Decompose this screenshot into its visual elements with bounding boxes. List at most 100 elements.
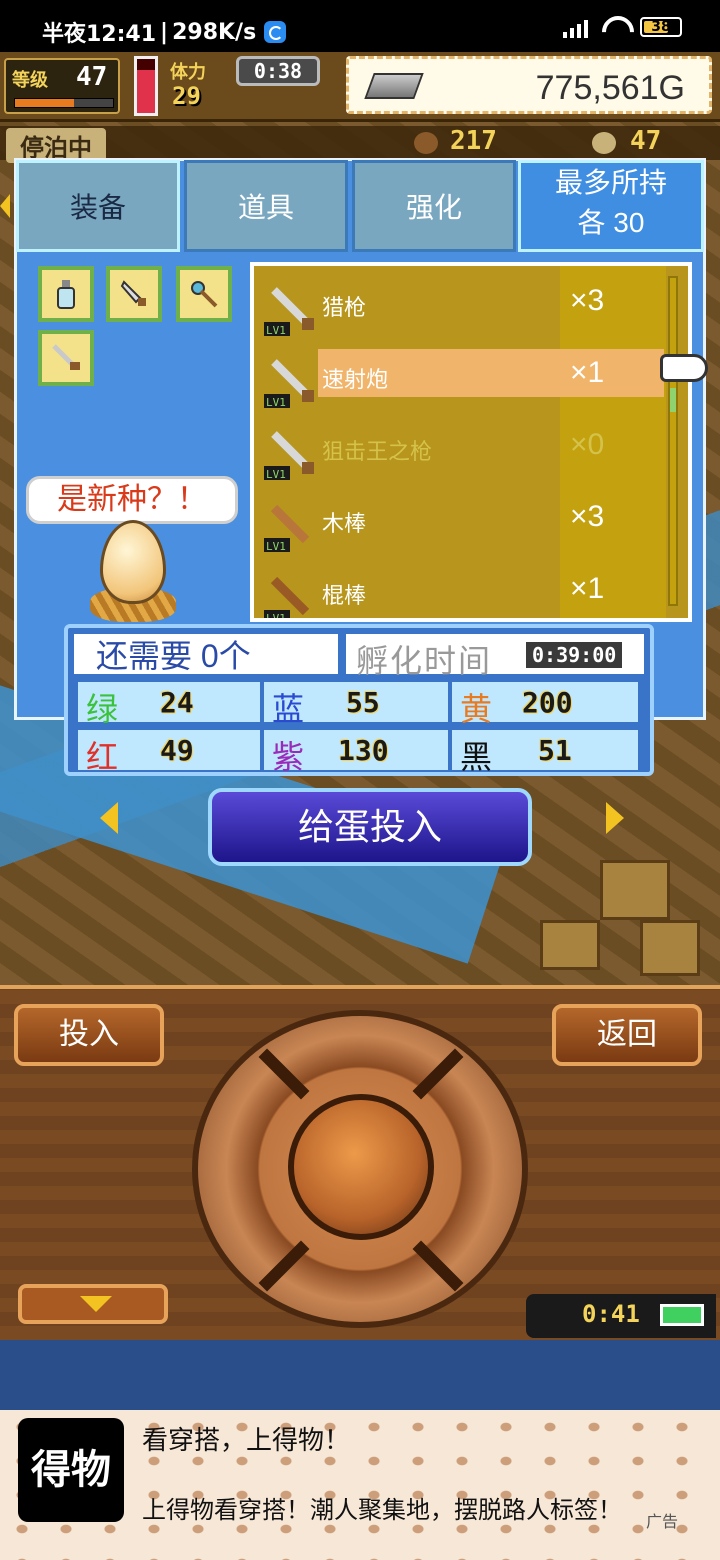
wifi-icon <box>600 16 628 38</box>
gold-display: 775,561G <box>346 56 712 114</box>
silver-ingot-icon <box>364 73 424 99</box>
hatch-time-value: 0:39:00 <box>526 642 623 668</box>
level-label: 等级 <box>12 70 48 91</box>
list-item[interactable]: LV1 棍棒 ×1 <box>254 564 666 618</box>
stat-label: 紫 <box>272 739 305 775</box>
list-item[interactable]: LV1 木棒 ×3 <box>254 492 666 553</box>
cargo-crate <box>540 920 600 970</box>
ad-description[interactable]: 上得物看穿搭！潮人聚集地，摆脱路人标签！ <box>142 1490 622 1525</box>
rifle-icon: LV1 <box>264 431 314 481</box>
tab-bar: 装备 道具 强化 最多所持 各 30 <box>14 158 706 254</box>
hatch-time-box: 孵化时间 0:39:00 <box>344 632 646 679</box>
stat-label: 黄 <box>460 691 493 727</box>
level-progress-bar <box>14 98 114 108</box>
dpad-center-button[interactable] <box>288 1094 434 1240</box>
status-speed: 298K/s <box>172 19 257 45</box>
rifle-icon <box>52 344 80 370</box>
svg-text:LV1: LV1 <box>266 468 286 481</box>
scroll-down-button[interactable] <box>18 1284 168 1324</box>
club-icon: LV1 <box>264 576 310 622</box>
put-in-button[interactable]: 投入 <box>14 1004 164 1066</box>
feed-egg-button[interactable]: 给蛋投入 <box>208 788 532 866</box>
next-arrow-icon[interactable] <box>606 802 624 834</box>
club-icon: LV1 <box>264 504 310 553</box>
counter-a: 217 <box>450 126 497 156</box>
stat-value: 51 <box>538 734 572 767</box>
items-needed: 还需要 0个 <box>72 632 340 676</box>
prev-arrow-icon[interactable] <box>100 802 118 834</box>
item-qty: ×1 <box>570 572 605 605</box>
tab-enhance[interactable]: 强化 <box>352 160 516 252</box>
list-scrollbar[interactable] <box>668 276 678 606</box>
stamina-label: 体力 <box>170 62 206 83</box>
hud-timer: 0:38 <box>236 56 320 86</box>
stat-label: 蓝 <box>272 691 305 727</box>
list-item[interactable]: LV1 狙击王之枪 ×0 <box>254 420 666 481</box>
item-name: 木棒 <box>322 511 367 536</box>
equipped-slot-3[interactable] <box>176 266 232 322</box>
rifle-icon: LV1 <box>264 359 314 409</box>
stat-value: 24 <box>160 686 194 719</box>
stat-black: 黑 51 <box>450 728 640 775</box>
stat-blue: 蓝 55 <box>262 680 450 727</box>
svg-text:LV1: LV1 <box>266 612 286 622</box>
list-item[interactable]: LV1 猎枪 ×3 <box>254 276 666 337</box>
tab-prev-arrow-icon[interactable] <box>0 194 10 218</box>
ad-title[interactable]: 看穿搭，上得物！ <box>142 1420 350 1457</box>
stat-yellow: 黄 200 <box>450 680 640 727</box>
sub-hud: 停泊中 217 47 <box>0 126 720 163</box>
stamina-box: 体力 29 <box>164 56 234 112</box>
item-list: LV1 猎枪 ×3 LV1 速射炮 ×1 LV1 狙击王之枪 ×0 LV1 木棒… <box>250 262 692 622</box>
ship-icon <box>414 132 438 154</box>
battery-icon: 38 <box>640 17 682 37</box>
hatch-time-label: 孵化时间 <box>356 643 493 679</box>
stat-value: 200 <box>522 686 573 719</box>
svg-text:LV1: LV1 <box>266 324 286 337</box>
stat-value: 130 <box>338 734 389 767</box>
ad-logo[interactable]: 得物 <box>18 1418 124 1522</box>
separator-strip <box>0 1340 720 1410</box>
cargo-crate <box>600 860 670 920</box>
chevron-down-icon <box>80 1296 112 1312</box>
tab-equipment[interactable]: 装备 <box>16 160 180 252</box>
game-clock: 0:41 <box>526 1294 716 1338</box>
stat-label: 绿 <box>86 691 119 727</box>
magic-staff-icon <box>191 281 218 308</box>
potion-bottle-icon <box>57 280 75 309</box>
equipped-slot-4[interactable] <box>38 330 94 386</box>
browser-icon <box>264 21 287 43</box>
speech-bubble: 是新种？！ <box>26 476 238 524</box>
status-bar: 半夜12:41 | 298K/s 38 <box>0 0 720 60</box>
stamina-value: 29 <box>172 82 201 110</box>
gold-value: 775,561G <box>535 69 685 107</box>
item-name: 速射炮 <box>322 367 389 392</box>
level-value: 47 <box>76 62 108 92</box>
item-name: 狙击王之枪 <box>322 439 433 464</box>
counter-b: 47 <box>630 126 662 156</box>
equipped-slot-2[interactable] <box>106 266 162 322</box>
tab-items[interactable]: 道具 <box>184 160 348 252</box>
list-item[interactable]: LV1 速射炮 ×1 <box>254 348 666 409</box>
stat-label: 黑 <box>460 739 493 775</box>
knife-icon <box>120 280 146 306</box>
ad-tag: 广告 <box>646 1514 679 1531</box>
max-hold-value: 各 30 <box>577 207 645 238</box>
item-name: 棍棒 <box>322 583 367 608</box>
stat-purple: 紫 130 <box>262 728 450 775</box>
stat-label: 红 <box>86 739 119 775</box>
stamina-gauge <box>134 56 158 116</box>
item-qty: ×1 <box>570 356 605 389</box>
stat-red: 红 49 <box>76 728 262 775</box>
status-time: 半夜12:41 <box>42 22 157 47</box>
coin-icon <box>592 132 616 154</box>
back-button[interactable]: 返回 <box>552 1004 702 1066</box>
stat-green: 绿 24 <box>76 680 262 727</box>
cargo-crate <box>640 920 700 976</box>
battery-icon <box>660 1304 704 1326</box>
max-hold-box: 最多所持 各 30 <box>518 160 704 252</box>
equipped-slot-1[interactable] <box>38 266 94 322</box>
pointer-hand-icon <box>660 354 708 382</box>
signal-icon <box>563 16 588 38</box>
max-hold-title: 最多所持 <box>554 167 667 198</box>
item-qty: ×3 <box>570 284 605 317</box>
